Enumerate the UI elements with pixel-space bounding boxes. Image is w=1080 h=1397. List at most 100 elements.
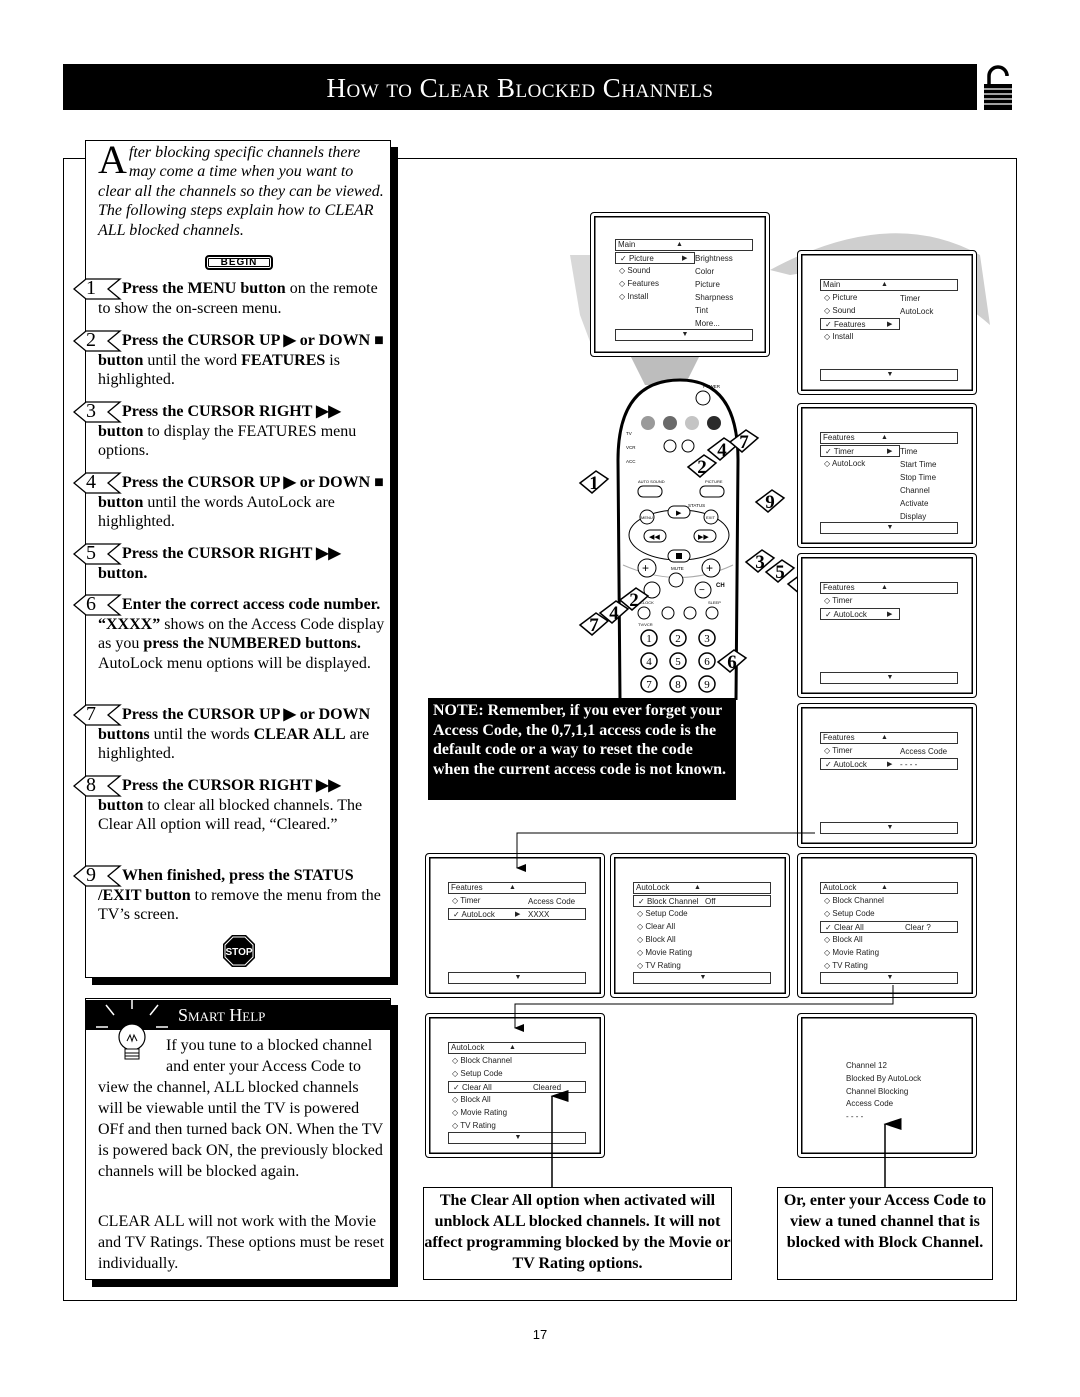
menu-item-label: TV Rating [460, 1121, 496, 1130]
menu-item-value: - - - - [900, 760, 918, 769]
menu-item[interactable]: ✓ Block Channel [633, 895, 771, 907]
stop-sign-icon: STOP [223, 935, 255, 967]
menu-item[interactable]: ◇ Setup Code [633, 908, 713, 920]
tv-menu-screen: AutoLock ▲ ◇ Block Channel ◇ Setup Code ✓ Cl… [425, 1013, 605, 1158]
menu-item[interactable]: ✓ AutoLock ▶ [820, 608, 900, 620]
up-arrow-icon: ▲ [509, 1044, 516, 1051]
blocked-message-line: Blocked By AutoLock [846, 1073, 922, 1083]
menu-item[interactable]: ◇ Install [820, 331, 900, 343]
check-icon: ✓ [638, 897, 647, 906]
mute-button[interactable] [668, 572, 684, 588]
menu-header: AutoLock ▲ [448, 1042, 586, 1054]
step-number: 9 [86, 864, 96, 886]
menu-item-label: Setup Code [832, 909, 875, 918]
menu-item[interactable]: ◇ Setup Code [448, 1068, 528, 1080]
menu-item[interactable]: ✓ Features ▶ [820, 318, 900, 330]
menu-footer: ▼ [820, 672, 958, 684]
menu-item[interactable]: ◇ Movie Rating [820, 947, 900, 959]
menu-title: Main [823, 280, 841, 289]
picture-button[interactable] [699, 485, 725, 498]
menu-item[interactable]: ◇ Movie Rating [633, 947, 713, 959]
menu-item-label: Clear All [461, 1083, 492, 1092]
menu-item[interactable]: ◇ TV Rating [633, 960, 713, 972]
svg-text:−: − [699, 585, 705, 596]
menu-item[interactable]: ✓ AutoLock ▶ [820, 758, 958, 770]
menu-item-value: Channel [900, 486, 930, 495]
menu-item[interactable]: ◇ Clear All [633, 921, 713, 933]
menu-item[interactable]: ✓ Picture ▶ [615, 252, 695, 264]
menu-footer: ▼ [820, 369, 958, 381]
right-arrow-icon: ▶ [887, 321, 893, 328]
menu-item[interactable]: ◇ TV Rating [820, 960, 900, 972]
menu-item-label: Movie Rating [832, 948, 880, 957]
menu-item[interactable]: ◇ AutoLock [820, 458, 900, 470]
down-arrow-icon: ▼ [886, 974, 894, 981]
menu-footer: ▼ [448, 1132, 586, 1144]
menu-item[interactable]: ◇ Block All [633, 934, 713, 946]
svg-text:+: + [706, 561, 713, 575]
menu-footer: ▼ [820, 522, 958, 534]
diamond-bullet-icon: ◇ [452, 896, 461, 905]
menu-item[interactable]: ◇ Block Channel [820, 895, 900, 907]
menu-item-value: Color [695, 267, 715, 276]
up-arrow-icon: ▲ [881, 584, 888, 591]
menu-item[interactable]: ✓ Clear All [820, 921, 958, 933]
down-arrow-icon: ▼ [886, 674, 894, 681]
menu-item[interactable]: ◇ TV Rating [448, 1120, 528, 1132]
menu-footer: ▼ [615, 329, 753, 341]
step-bold-text: CLEAR ALL [253, 725, 346, 743]
menu-item-value: Time [900, 447, 918, 456]
menu-item-label: TV Rating [832, 961, 868, 970]
menu-item-value: Display [900, 512, 927, 521]
power-button[interactable] [695, 390, 711, 406]
menu-item[interactable]: ✓ AutoLock ▶ [448, 908, 586, 920]
callout-number: 9 [765, 492, 775, 513]
menu-item[interactable]: ◇ Features [615, 278, 695, 290]
page-number: 17 [532, 1327, 548, 1342]
down-arrow-icon: ▼ [681, 331, 689, 338]
menu-footer: ▼ [820, 972, 958, 984]
menu-item[interactable]: ◇ Timer [820, 745, 900, 757]
color-button-1[interactable] [641, 416, 655, 430]
ch-label: CH [716, 583, 725, 589]
menu-footer: ▼ [820, 822, 958, 834]
menu-item[interactable]: ✓ Clear All [448, 1081, 586, 1093]
menu-item[interactable]: ◇ Timer [820, 595, 900, 607]
color-button-4[interactable] [707, 416, 721, 430]
svg-text:+: + [642, 561, 649, 575]
menu-item[interactable]: ◇ Install [615, 291, 695, 303]
menu-title: Main [618, 240, 636, 249]
menu-item[interactable]: ◇ Block All [448, 1094, 528, 1106]
color-button-3[interactable] [685, 416, 699, 430]
step-number-badge: 2 [72, 329, 122, 352]
up-arrow-icon: ▲ [881, 734, 888, 741]
clear-all-caption: The Clear All option when activated will… [423, 1187, 732, 1280]
tv-menu-screen: Features ▲ ✓ Timer ▶ Time ◇ AutoLock Start Tim… [797, 403, 977, 548]
menu-item-label: Timer [833, 447, 854, 456]
menu-header: Main ▲ [615, 239, 753, 251]
menu-item-label: Block All [645, 935, 676, 944]
menu-item[interactable]: ◇ Movie Rating [448, 1107, 528, 1119]
menu-item[interactable]: ◇ Block Channel [448, 1055, 528, 1067]
digit-label: 3 [704, 633, 710, 645]
menu-item[interactable]: ◇ Timer [448, 895, 528, 907]
step-text: until the words [149, 725, 254, 743]
menu-item-label: Setup Code [645, 909, 688, 918]
menu-item[interactable]: ◇ Sound [615, 265, 695, 277]
step-number-badge: 8 [72, 774, 122, 797]
menu-item[interactable]: ◇ Picture [820, 292, 900, 304]
step-number-badge: 4 [72, 471, 122, 494]
color-button-2[interactable] [663, 416, 677, 430]
menu-item-label: Block Channel [646, 897, 699, 906]
menu-item[interactable]: ◇ Setup Code [820, 908, 900, 920]
auto-sound-button[interactable] [637, 485, 663, 498]
down-arrow-icon: ▼ [886, 371, 894, 378]
menu-item-value: Stop Time [900, 473, 937, 482]
step-bold-text: press the NUMBERED buttons. [143, 635, 361, 653]
callout-number: 5 [775, 562, 785, 583]
power-label: POWER [703, 384, 721, 389]
menu-item-value: XXXX [528, 910, 550, 919]
menu-item[interactable]: ◇ Block All [820, 934, 900, 946]
menu-item[interactable]: ◇ Sound [820, 305, 900, 317]
menu-item[interactable]: ✓ Timer ▶ [820, 445, 900, 457]
